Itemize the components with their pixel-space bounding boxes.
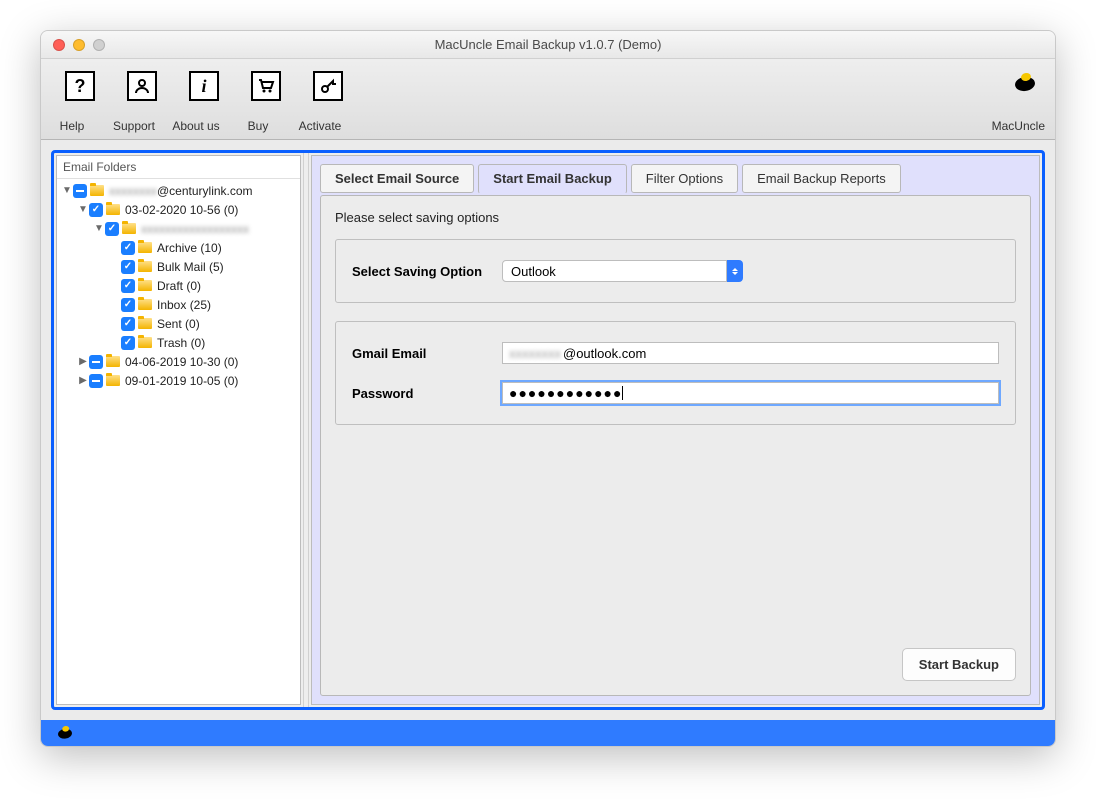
chevron-right-icon[interactable]: ▶ bbox=[77, 356, 89, 367]
about-button[interactable]: i bbox=[173, 71, 235, 101]
info-icon: i bbox=[189, 71, 219, 101]
key-icon bbox=[313, 71, 343, 101]
folder-icon bbox=[138, 242, 152, 253]
chevron-updown-icon bbox=[727, 260, 743, 282]
tree-row[interactable]: Sent (0) bbox=[57, 314, 300, 333]
cart-icon bbox=[251, 71, 281, 101]
email-label: Gmail Email bbox=[352, 346, 502, 361]
folder-icon bbox=[138, 280, 152, 291]
folder-icon bbox=[138, 318, 152, 329]
activate-button[interactable] bbox=[297, 71, 359, 101]
status-bar bbox=[41, 720, 1055, 746]
checkbox[interactable] bbox=[121, 241, 135, 255]
body: Email Folders ▼ xxxxxxxx@centurylink.com… bbox=[41, 140, 1055, 720]
checkbox[interactable] bbox=[121, 279, 135, 293]
checkbox[interactable] bbox=[89, 355, 103, 369]
checkbox[interactable] bbox=[121, 298, 135, 312]
app-window: MacUncle Email Backup v1.0.7 (Demo) ? i … bbox=[40, 30, 1056, 747]
folder-icon bbox=[122, 223, 136, 234]
toolbar: ? i Help Support About us Buy Activate M… bbox=[41, 59, 1055, 140]
main-panel: Select Email Source Start Email Backup F… bbox=[311, 155, 1040, 705]
saving-option-group: Select Saving Option Outlook bbox=[335, 239, 1016, 303]
checkbox[interactable] bbox=[105, 222, 119, 236]
tree-row[interactable]: Inbox (25) bbox=[57, 295, 300, 314]
tree-row[interactable]: Bulk Mail (5) bbox=[57, 257, 300, 276]
brand-logo-icon bbox=[1011, 71, 1039, 95]
chevron-down-icon[interactable]: ▼ bbox=[61, 185, 73, 196]
checkbox[interactable] bbox=[73, 184, 87, 198]
panel-subtitle: Please select saving options bbox=[335, 210, 1016, 225]
tab-start-backup[interactable]: Start Email Backup bbox=[478, 164, 627, 194]
checkbox[interactable] bbox=[121, 336, 135, 350]
folder-tree: ▼ xxxxxxxx@centurylink.com ▼ 03-02-2020 … bbox=[57, 179, 300, 392]
person-icon bbox=[127, 71, 157, 101]
tabs: Select Email Source Start Email Backup F… bbox=[320, 164, 1031, 193]
folder-icon bbox=[106, 356, 120, 367]
password-label: Password bbox=[352, 386, 502, 401]
tab-reports[interactable]: Email Backup Reports bbox=[742, 164, 901, 193]
tree-row[interactable]: Draft (0) bbox=[57, 276, 300, 295]
splitter[interactable] bbox=[303, 153, 309, 707]
start-backup-button[interactable]: Start Backup bbox=[902, 648, 1016, 681]
folder-icon bbox=[106, 375, 120, 386]
tab-filter-options[interactable]: Filter Options bbox=[631, 164, 738, 193]
folder-icon bbox=[138, 261, 152, 272]
email-input[interactable]: xxxxxxxx@outlook.com bbox=[502, 342, 999, 364]
titlebar: MacUncle Email Backup v1.0.7 (Demo) bbox=[41, 31, 1055, 59]
sidebar-title: Email Folders bbox=[57, 156, 300, 179]
about-label: About us bbox=[165, 119, 227, 133]
saving-option-value: Outlook bbox=[502, 260, 727, 282]
brand-label: MacUncle bbox=[992, 119, 1045, 133]
support-label: Support bbox=[103, 119, 165, 133]
folder-icon bbox=[138, 299, 152, 310]
brand-logo-icon bbox=[55, 725, 75, 742]
tree-row[interactable]: ▼ xxxxxxxxxxxxxxxxxx bbox=[57, 219, 300, 238]
checkbox[interactable] bbox=[121, 260, 135, 274]
chevron-down-icon[interactable]: ▼ bbox=[93, 223, 105, 234]
password-input[interactable]: ●●●●●●●●●●●● bbox=[502, 382, 999, 404]
buy-button[interactable] bbox=[235, 71, 297, 101]
checkbox[interactable] bbox=[89, 203, 103, 217]
tab-select-source[interactable]: Select Email Source bbox=[320, 164, 474, 193]
folder-icon bbox=[138, 337, 152, 348]
tree-row[interactable]: Trash (0) bbox=[57, 333, 300, 352]
credentials-group: Gmail Email xxxxxxxx@outlook.com Passwor… bbox=[335, 321, 1016, 425]
tab-panel: Please select saving options Select Savi… bbox=[320, 195, 1031, 696]
email-folders-sidebar: Email Folders ▼ xxxxxxxx@centurylink.com… bbox=[56, 155, 301, 705]
chevron-right-icon[interactable]: ▶ bbox=[77, 375, 89, 386]
support-button[interactable] bbox=[111, 71, 173, 101]
folder-icon bbox=[90, 185, 104, 196]
window-title: MacUncle Email Backup v1.0.7 (Demo) bbox=[41, 37, 1055, 52]
help-button[interactable]: ? bbox=[49, 71, 111, 101]
tree-row[interactable]: ▼ 03-02-2020 10-56 (0) bbox=[57, 200, 300, 219]
chevron-down-icon[interactable]: ▼ bbox=[77, 204, 89, 215]
content-frame: Email Folders ▼ xxxxxxxx@centurylink.com… bbox=[51, 150, 1045, 710]
saving-option-label: Select Saving Option bbox=[352, 264, 502, 279]
tree-row[interactable]: Archive (10) bbox=[57, 238, 300, 257]
folder-icon bbox=[106, 204, 120, 215]
tree-row[interactable]: ▶ 09-01-2019 10-05 (0) bbox=[57, 371, 300, 390]
saving-option-select[interactable]: Outlook bbox=[502, 260, 743, 282]
buy-label: Buy bbox=[227, 119, 289, 133]
help-label: Help bbox=[41, 119, 103, 133]
activate-label: Activate bbox=[289, 119, 351, 133]
checkbox[interactable] bbox=[121, 317, 135, 331]
question-icon: ? bbox=[65, 71, 95, 101]
tree-row-root[interactable]: ▼ xxxxxxxx@centurylink.com bbox=[57, 181, 300, 200]
tree-row[interactable]: ▶ 04-06-2019 10-30 (0) bbox=[57, 352, 300, 371]
checkbox[interactable] bbox=[89, 374, 103, 388]
